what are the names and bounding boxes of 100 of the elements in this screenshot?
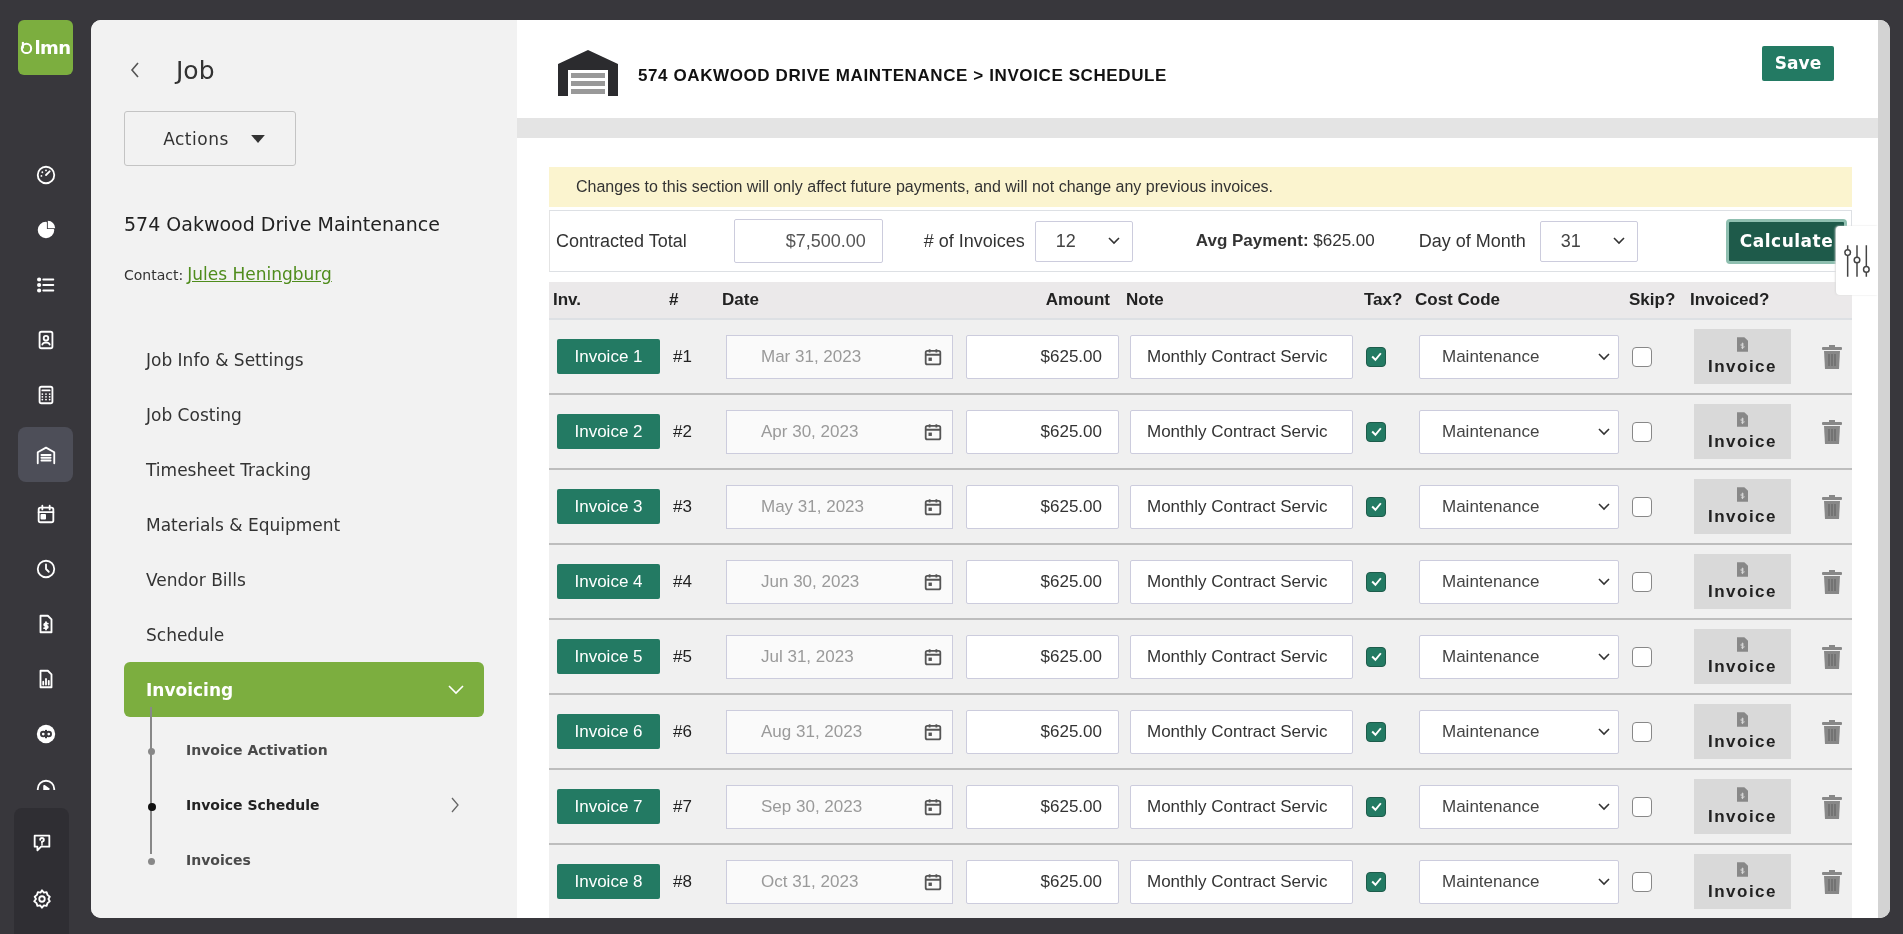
create-invoice-button[interactable]: Invoice	[1694, 479, 1791, 534]
back-icon[interactable]	[130, 61, 140, 79]
garage-icon[interactable]	[18, 427, 73, 482]
nav-item[interactable]: Materials & Equipment	[124, 497, 484, 552]
timeline-dot	[148, 748, 155, 755]
sub-nav-item[interactable]: Invoice Activation	[124, 717, 484, 772]
invoice-button[interactable]: Invoice 5	[557, 639, 660, 674]
tax-checkbox[interactable]	[1366, 721, 1386, 742]
calendar-icon[interactable]	[924, 497, 942, 516]
amount-field[interactable]: $625.00	[966, 559, 1119, 604]
scrollbar[interactable]	[1878, 20, 1890, 918]
cost-code-select[interactable]: Maintenance	[1419, 559, 1619, 604]
cost-code-select[interactable]: Maintenance	[1419, 409, 1619, 454]
dollar-document-icon	[1737, 561, 1748, 577]
invoice-button[interactable]: Invoice 8	[557, 864, 660, 899]
calendar-icon[interactable]	[924, 872, 942, 891]
cost-code-select[interactable]: Maintenance	[1419, 484, 1619, 529]
trash-icon[interactable]	[1822, 569, 1842, 594]
skip-checkbox[interactable]	[1632, 721, 1652, 742]
cost-code-select[interactable]: Maintenance	[1419, 784, 1619, 829]
contact-link[interactable]: Jules Heningburg	[187, 264, 332, 284]
sub-nav-item[interactable]: Invoice Schedule	[124, 772, 484, 827]
day-of-month-select[interactable]: 31	[1539, 220, 1638, 262]
column-settings-tab[interactable]	[1836, 226, 1878, 295]
invoices-count-select[interactable]: 12	[1034, 220, 1133, 262]
create-invoice-button[interactable]: Invoice	[1694, 704, 1791, 759]
nav-item[interactable]: Job Costing	[124, 387, 484, 442]
note-field[interactable]: Monthly Contract Servic	[1130, 409, 1353, 454]
skip-checkbox[interactable]	[1632, 646, 1652, 667]
amount-field[interactable]: $625.00	[966, 634, 1119, 679]
invoice-button[interactable]: Invoice 4	[557, 564, 660, 599]
tax-checkbox[interactable]	[1366, 571, 1386, 592]
nav-item[interactable]: Job Info & Settings	[124, 332, 484, 387]
trash-icon[interactable]	[1822, 794, 1842, 819]
note-field[interactable]: Monthly Contract Servic	[1130, 634, 1353, 679]
calendar-icon[interactable]	[924, 797, 942, 816]
create-invoice-button[interactable]: Invoice	[1694, 779, 1791, 834]
tax-checkbox[interactable]	[1366, 796, 1386, 817]
skip-checkbox[interactable]	[1632, 496, 1652, 517]
note-field[interactable]: Monthly Contract Servic	[1130, 334, 1353, 379]
chevron-icon	[1598, 502, 1610, 511]
skip-checkbox[interactable]	[1632, 421, 1652, 442]
tax-checkbox[interactable]	[1366, 346, 1386, 367]
trash-icon[interactable]	[1822, 644, 1842, 669]
amount-field[interactable]: $625.00	[966, 784, 1119, 829]
invoice-button[interactable]: Invoice 7	[557, 789, 660, 824]
calculate-button[interactable]: Calculate	[1726, 218, 1847, 264]
amount-field[interactable]: $625.00	[966, 709, 1119, 754]
tax-checkbox[interactable]	[1366, 646, 1386, 667]
nav-item[interactable]: Timesheet Tracking	[124, 442, 484, 497]
chevron-icon	[451, 796, 459, 813]
tax-checkbox[interactable]	[1366, 871, 1386, 892]
cost-code-select[interactable]: Maintenance	[1419, 859, 1619, 904]
calendar-icon[interactable]	[924, 647, 942, 666]
note-field[interactable]: Monthly Contract Servic	[1130, 484, 1353, 529]
save-button[interactable]: Save	[1762, 45, 1834, 81]
amount-field[interactable]: $625.00	[966, 334, 1119, 379]
dollar-document-icon	[1737, 411, 1748, 427]
calendar-icon[interactable]	[924, 347, 942, 366]
calendar-icon[interactable]	[924, 572, 942, 591]
tax-checkbox[interactable]	[1366, 421, 1386, 442]
cost-code-select[interactable]: Maintenance	[1419, 634, 1619, 679]
invoice-button[interactable]: Invoice 2	[557, 414, 660, 449]
sub-nav-item[interactable]: Invoices	[124, 827, 484, 882]
amount-field[interactable]: $625.00	[966, 859, 1119, 904]
create-invoice-button[interactable]: Invoice	[1694, 404, 1791, 459]
calendar-icon[interactable]	[924, 722, 942, 741]
calendar-icon[interactable]	[924, 422, 942, 441]
nav-item[interactable]: Schedule	[124, 607, 484, 662]
create-invoice-button[interactable]: Invoice	[1694, 329, 1791, 384]
trash-icon[interactable]	[1822, 419, 1842, 444]
contracted-total-field[interactable]: $7,500.00	[733, 219, 883, 263]
create-invoice-button[interactable]: Invoice	[1694, 629, 1791, 684]
amount-field[interactable]: $625.00	[966, 484, 1119, 529]
column-header: Skip?	[1628, 290, 1677, 310]
create-invoice-button[interactable]: Invoice	[1694, 854, 1791, 909]
invoice-button[interactable]: Invoice 3	[557, 489, 660, 524]
trash-icon[interactable]	[1822, 869, 1842, 894]
note-field[interactable]: Monthly Contract Servic	[1130, 559, 1353, 604]
nav-item[interactable]: Vendor Bills	[124, 552, 484, 607]
skip-checkbox[interactable]	[1632, 871, 1652, 892]
skip-checkbox[interactable]	[1632, 346, 1652, 367]
note-field[interactable]: Monthly Contract Servic	[1130, 784, 1353, 829]
cost-code-select[interactable]: Maintenance	[1419, 334, 1619, 379]
tax-checkbox[interactable]	[1366, 496, 1386, 517]
skip-checkbox[interactable]	[1632, 571, 1652, 592]
note-field[interactable]: Monthly Contract Servic	[1130, 709, 1353, 754]
note-field[interactable]: Monthly Contract Servic	[1130, 859, 1353, 904]
invoice-button[interactable]: Invoice 1	[557, 339, 660, 374]
trash-icon[interactable]	[1822, 719, 1842, 744]
cost-code-select[interactable]: Maintenance	[1419, 709, 1619, 754]
trash-icon[interactable]	[1822, 344, 1842, 369]
amount-field[interactable]: $625.00	[966, 409, 1119, 454]
trash-icon[interactable]	[1822, 494, 1842, 519]
check-icon	[1369, 725, 1383, 738]
create-invoice-button[interactable]: Invoice	[1694, 554, 1791, 609]
caret-icon	[250, 134, 265, 143]
invoice-button[interactable]: Invoice 6	[557, 714, 660, 749]
skip-checkbox[interactable]	[1632, 796, 1652, 817]
actions-dropdown[interactable]: Actions	[124, 111, 296, 166]
